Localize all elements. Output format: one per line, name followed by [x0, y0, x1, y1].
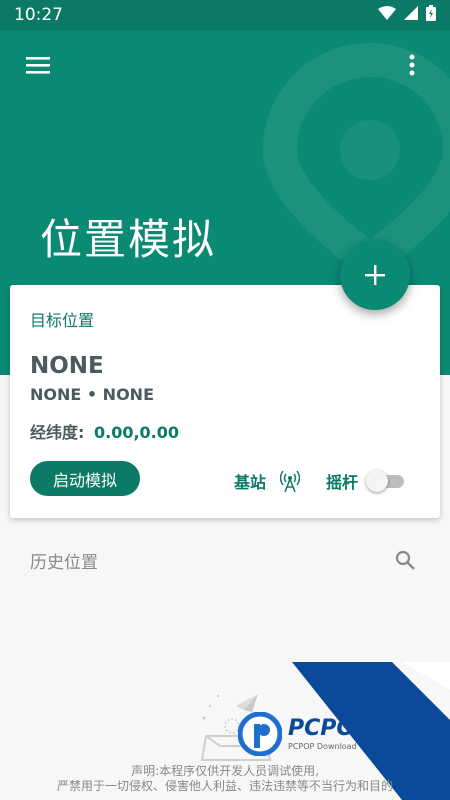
disclaimer: 声明:本程序仅供开发人员调试使用, 严禁用于一切侵权、侵害他人利益、违法违禁等不… — [0, 764, 450, 794]
joystick-control: 摇杆 — [326, 469, 408, 493]
watermark-sub: PCPOP Download — [288, 741, 357, 751]
status-time: 10:27 — [14, 5, 63, 25]
watermark-brand: PCPOP下载 — [288, 715, 416, 741]
wifi-icon — [378, 5, 396, 25]
status-icons — [378, 4, 436, 26]
base-station-button[interactable]: 基站 — [234, 469, 301, 493]
history-header: 历史位置 — [0, 538, 450, 582]
card-label: 目标位置 — [30, 311, 95, 330]
watermark-text-group: PCPOP下载 PCPOP Download — [288, 715, 416, 751]
battery-icon — [426, 4, 436, 26]
watermark-logo: PCPOP下载 PCPOP Download — [238, 712, 415, 756]
signal-icon — [404, 5, 418, 25]
start-simulation-button[interactable]: 启动模拟 — [30, 461, 140, 496]
joystick-toggle[interactable] — [366, 469, 408, 493]
more-vert-icon[interactable] — [394, 47, 430, 83]
coordinates-label: 经纬度: — [30, 423, 85, 442]
base-station-label: 基站 — [234, 473, 267, 492]
antenna-icon — [280, 470, 301, 492]
add-icon — [365, 265, 385, 285]
add-location-button[interactable] — [340, 240, 410, 310]
search-icon[interactable] — [390, 545, 420, 575]
location-name: NONE — [30, 353, 104, 379]
disclaimer-line-1: 声明:本程序仅供开发人员调试使用, — [131, 764, 319, 778]
target-location-card: 目标位置 NONE NONE • NONE 经纬度: 0.00,0.00 启动模… — [10, 285, 440, 518]
toolbar — [0, 30, 450, 100]
history-label: 历史位置 — [30, 552, 98, 573]
toggle-thumb — [366, 470, 389, 492]
status-bar: 10:27 — [0, 0, 450, 30]
disclaimer-line-2: 严禁用于一切侵权、侵害他人利益、违法违禁等不当行为和目的 — [56, 779, 393, 793]
menu-icon[interactable] — [20, 47, 56, 83]
pcpop-logo-icon — [238, 712, 282, 756]
coordinates-row: 经纬度: 0.00,0.00 — [30, 419, 179, 443]
page-title: 位置模拟 — [40, 215, 217, 264]
location-sub: NONE • NONE — [30, 385, 154, 404]
joystick-label: 摇杆 — [326, 473, 359, 492]
coordinates-value: 0.00,0.00 — [93, 423, 180, 442]
